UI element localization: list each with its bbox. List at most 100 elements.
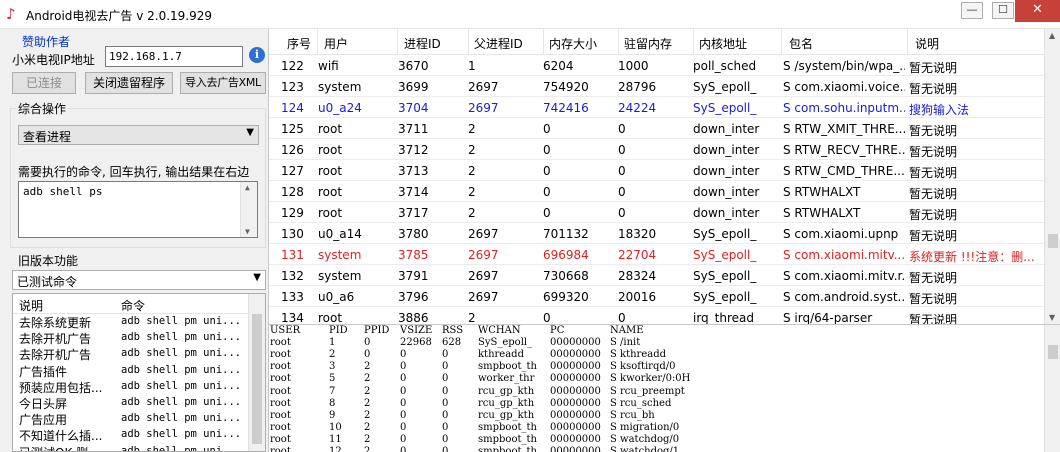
output-pid: 12 (329, 446, 342, 452)
old-list-rows: 去除系统更新 adb shell pm uni... 去除开机广告 adb shell… (13, 314, 265, 452)
column-header-name[interactable]: 包名 (789, 35, 813, 52)
output-wchan: worker_thr (478, 373, 535, 385)
old-list-scrollbar[interactable] (248, 294, 265, 451)
scroll-thumb[interactable] (1048, 234, 1058, 248)
cell-seq: 126 (281, 143, 304, 157)
table-row[interactable]: 125 root 3711 2 0 0 down_inter S RTW_XMIT_THRE.… (269, 118, 1044, 139)
list-item[interactable]: 广告插件 adb shell pm uni... (13, 363, 265, 379)
list-item[interactable]: 广告应用 adb shell pm uni... (13, 411, 265, 427)
close-residual-button[interactable]: 关闭遗留程序 (85, 72, 173, 94)
table-row[interactable]: 133 u0_a6 3796 2697 699320 20016 SyS_epoll_ S c… (269, 286, 1044, 307)
table-row[interactable]: 122 wifi 3670 1 6204 1000 poll_sched S /system/… (269, 55, 1044, 76)
output-header-line: USER PID PPID VSIZE RSS WCHAN PC NAME (269, 325, 1044, 337)
column-divider[interactable] (781, 29, 782, 55)
cell-ppid: 2697 (468, 248, 499, 262)
cell-pid: 3714 (398, 185, 429, 199)
output-user: root (270, 361, 291, 373)
table-row[interactable]: 131 system 3785 2697 696984 22704 SyS_epoll_ S … (269, 244, 1044, 265)
table-row[interactable]: 126 root 3712 2 0 0 down_inter S RTW_RECV_THRE.… (269, 139, 1044, 160)
column-header-desc[interactable]: 说明 (19, 297, 43, 314)
connect-button[interactable]: 已连接 (12, 72, 76, 94)
table-row[interactable]: 134 root 3886 2 0 0 irq_thread S irq/64-parser 暂… (269, 307, 1044, 324)
cell-wchan: down_inter (693, 164, 760, 178)
cell-vsize: 730668 (543, 269, 589, 283)
column-header-user[interactable]: 用户 (324, 35, 348, 52)
list-item[interactable]: 去除开机广告 adb shell pm uni... (13, 330, 265, 346)
table-row[interactable]: 129 root 3717 2 0 0 down_inter S RTWHALXT 暂无说明 (269, 202, 1044, 223)
cell-wchan: SyS_epoll_ (693, 227, 757, 241)
list-item[interactable]: 去除开机广告 adb shell pm uni... (13, 346, 265, 362)
table-row[interactable]: 128 root 3714 2 0 0 down_inter S RTWHALXT 暂无说明 (269, 181, 1044, 202)
column-header-note[interactable]: 说明 (915, 35, 939, 52)
old-select[interactable]: 已测试命令 ▼ (12, 270, 266, 290)
cell-seq: 131 (281, 248, 304, 262)
close-button[interactable]: ✕ (1015, 0, 1060, 22)
list-item[interactable]: 预装应用包括... adb shell pm uni... (13, 379, 265, 395)
ops-select[interactable]: 查看进程 ▼ (18, 125, 259, 145)
cell-note: 暂无说明 (909, 292, 958, 306)
column-header-rss[interactable]: 驻留内存 (624, 35, 672, 52)
import-rules-button[interactable]: 导入去广告XML (180, 72, 266, 94)
ops-group-label: 综合操作 (16, 100, 69, 117)
column-header-seq[interactable]: 序号 (287, 35, 311, 52)
cell-user: root (318, 164, 343, 178)
cell-wchan: SyS_epoll_ (693, 290, 757, 304)
column-divider[interactable] (618, 29, 619, 55)
table-row[interactable]: 123 system 3699 2697 754920 28796 SyS_epoll_ S … (269, 76, 1044, 97)
column-header-pid[interactable]: 进程ID (404, 35, 441, 52)
list-item[interactable]: 不知道什么插... adb shell pm uni... (13, 427, 265, 443)
cell-vsize: 699320 (543, 290, 589, 304)
sponsor-link[interactable]: 赞助作者 (22, 33, 70, 50)
list-item-cmd: adb shell pm uni... (121, 379, 242, 392)
column-header-cmd[interactable]: 命令 (121, 297, 145, 314)
cell-vsize: 0 (543, 164, 551, 178)
column-divider[interactable] (397, 29, 398, 55)
cell-seq: 130 (281, 227, 304, 241)
cell-user: u0_a24 (318, 101, 362, 115)
column-divider[interactable] (468, 29, 469, 55)
table-row[interactable]: 132 system 3791 2697 730668 28324 SyS_epoll_ S … (269, 265, 1044, 286)
output-rss: 0 (442, 361, 449, 373)
column-divider[interactable] (907, 29, 908, 55)
old-command-list[interactable]: 说明 命令 去除系统更新 adb shell pm uni... 去除开机广告 adb… (12, 293, 266, 452)
output-wchan: SyS_epoll_ (478, 337, 533, 349)
column-header-vsize[interactable]: 内存大小 (549, 35, 597, 52)
command-scrollbar[interactable]: ▲ ▼ (240, 182, 257, 237)
output-user: root (270, 433, 291, 445)
output-line: root 7 2 0 0 rcu_gp_kth 00000000 S rcu_preempt (269, 386, 1044, 398)
cell-pid: 3717 (398, 206, 429, 220)
cell-wchan: down_inter (693, 206, 760, 220)
table-row[interactable]: 124 u0_a24 3704 2697 742416 24224 SyS_epoll_ S … (269, 97, 1044, 118)
list-item[interactable]: 已测试OK,删... adb shell pm uni... (13, 444, 265, 452)
command-input[interactable]: adb shell ps ▲ ▼ (18, 181, 258, 238)
scroll-thumb[interactable] (252, 314, 262, 444)
output-console[interactable]: USER PID PPID VSIZE RSS WCHAN PC NAME root 1 0 2296… (268, 324, 1060, 452)
column-header-ppid[interactable]: 父进程ID (474, 35, 523, 52)
output-wchan: rcu_gp_kth (478, 397, 535, 409)
ip-input[interactable]: 192.168.1.7 (105, 46, 243, 67)
output-ppid: 2 (364, 373, 371, 385)
music-note-icon: ♪ (6, 5, 16, 23)
output-user: root (270, 373, 291, 385)
output-name: S ksoftirqd/0 (610, 361, 676, 373)
cell-user: u0_a6 (318, 290, 355, 304)
info-icon[interactable]: i (249, 47, 265, 63)
column-divider[interactable] (693, 29, 694, 55)
cell-pid: 3713 (398, 164, 429, 178)
list-item[interactable]: 今日头屏 adb shell pm uni... (13, 395, 265, 411)
column-divider[interactable] (317, 29, 318, 55)
list-item[interactable]: 去除系统更新 adb shell pm uni... (13, 314, 265, 330)
process-table-scrollbar[interactable]: ▲ ▼ (1044, 29, 1060, 324)
cell-name: S com.sohu.inputm... (783, 101, 905, 115)
output-name: S kworker/0:0H (610, 373, 691, 385)
column-divider[interactable] (543, 29, 544, 55)
table-row[interactable]: 130 u0_a14 3780 2697 701132 18320 SyS_epoll_ S … (269, 223, 1044, 244)
table-row[interactable]: 127 root 3713 2 0 0 down_inter S RTW_CMD_THRE..… (269, 160, 1044, 181)
cell-wchan: SyS_epoll_ (693, 269, 757, 283)
output-scrollbar[interactable] (1044, 325, 1060, 452)
cell-rss: 20016 (618, 290, 657, 304)
minimize-button[interactable]: — (955, 0, 989, 22)
scroll-thumb[interactable] (1048, 345, 1058, 359)
column-header-wchan[interactable]: 内核地址 (699, 35, 747, 52)
output-name: S rcu_bh (610, 409, 655, 421)
